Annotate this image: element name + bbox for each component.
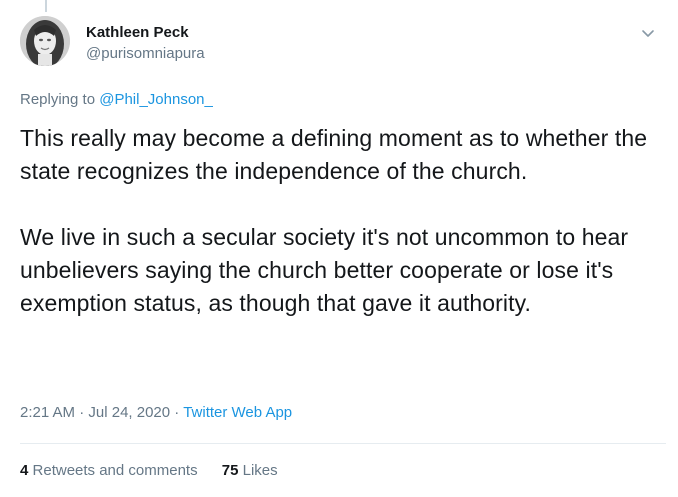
tweet-date[interactable]: Jul 24, 2020 bbox=[88, 404, 170, 421]
tweet-meta: 2:21 AM · Jul 24, 2020 · Twitter Web App bbox=[20, 403, 292, 423]
replying-to: Replying to @Phil_Johnson_ bbox=[20, 90, 213, 110]
tweet-source-link[interactable]: Twitter Web App bbox=[183, 404, 292, 421]
replying-to-label: Replying to bbox=[20, 91, 96, 108]
tweet-text: This really may become a defining moment… bbox=[20, 122, 660, 320]
chevron-down-icon[interactable] bbox=[639, 24, 657, 42]
tweet-paragraph: This really may become a defining moment… bbox=[20, 125, 648, 184]
reply-target-link[interactable]: @Phil_Johnson_ bbox=[99, 91, 213, 108]
tweet-header: Kathleen Peck @purisomniapura bbox=[20, 16, 665, 72]
avatar-photo bbox=[20, 16, 70, 66]
retweets-label: Retweets and comments bbox=[32, 462, 198, 479]
likes-label: Likes bbox=[242, 462, 278, 479]
author-names: Kathleen Peck @purisomniapura bbox=[86, 24, 205, 64]
divider bbox=[20, 443, 666, 444]
avatar[interactable] bbox=[20, 16, 70, 66]
thread-connector-line bbox=[45, 0, 47, 12]
retweets-stat[interactable]: 4 Retweets and comments bbox=[20, 462, 198, 479]
meta-separator: · bbox=[79, 404, 85, 421]
tweet-paragraph: We live in such a secular society it's n… bbox=[20, 224, 629, 316]
tweet-stats: 4 Retweets and comments 75 Likes bbox=[20, 461, 298, 481]
meta-separator: · bbox=[174, 404, 180, 421]
likes-stat[interactable]: 75 Likes bbox=[222, 462, 278, 479]
likes-count: 75 bbox=[221, 462, 239, 479]
tweet-time[interactable]: 2:21 AM bbox=[20, 404, 75, 421]
author-display-name[interactable]: Kathleen Peck bbox=[86, 24, 205, 42]
retweets-count: 4 bbox=[20, 462, 29, 479]
author-handle[interactable]: @purisomniapura bbox=[86, 44, 205, 64]
